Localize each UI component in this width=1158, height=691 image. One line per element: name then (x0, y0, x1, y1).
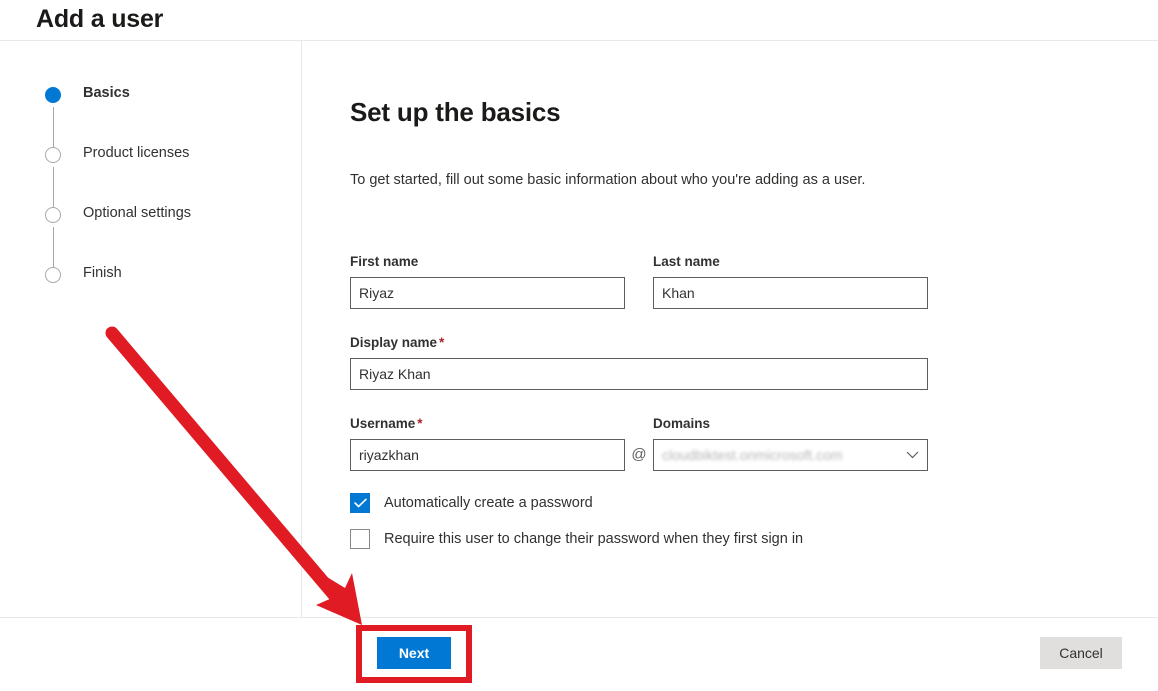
step-dot-empty-icon (45, 147, 61, 163)
step-marker-finish (45, 267, 61, 283)
display-name-label: Display name * (350, 335, 928, 351)
step-connector-line (52, 167, 54, 207)
username-field-group: Username * (350, 416, 625, 471)
checkbox-checked-icon[interactable] (350, 493, 370, 513)
sidebar-item-label: Basics (83, 85, 130, 101)
step-connector-line (52, 227, 54, 267)
at-separator-icon: @ (631, 446, 647, 463)
wizard-steps-rail: Basics Product licenses Optional setting… (0, 41, 302, 617)
step-marker-product-licenses (45, 147, 61, 207)
last-name-label: Last name (653, 254, 720, 269)
wizard-footer: Next Cancel (0, 617, 1158, 686)
display-name-input[interactable] (350, 358, 928, 390)
display-name-field-group: Display name * (350, 335, 928, 390)
section-description: To get started, fill out some basic info… (350, 172, 866, 188)
page-body: Basics Product licenses Optional setting… (0, 41, 1158, 617)
username-label: Username * (350, 416, 625, 432)
sidebar-item-label: Finish (83, 265, 122, 281)
display-name-row: Display name * (350, 335, 1158, 390)
sidebar-item-optional-settings[interactable]: Optional settings (0, 205, 301, 267)
next-button[interactable]: Next (377, 637, 451, 669)
checkbox-unchecked-icon[interactable] (350, 529, 370, 549)
app-header: Add a user (0, 0, 1158, 41)
require-password-change-checkbox-label: Require this user to change their passwo… (384, 531, 804, 547)
required-asterisk-icon: * (439, 335, 445, 350)
domains-label: Domains (653, 416, 711, 431)
sidebar-item-finish[interactable]: Finish (0, 265, 301, 325)
required-asterisk-icon: * (417, 416, 423, 431)
username-label-text: Username (350, 416, 416, 431)
auto-password-checkbox-label: Automatically create a password (384, 495, 593, 511)
domains-dropdown[interactable]: cloudbiktest.onmicrosoft.com (653, 439, 928, 471)
sidebar-item-product-licenses[interactable]: Product licenses (0, 145, 301, 207)
main-content: Set up the basics To get started, fill o… (302, 41, 1158, 617)
sidebar-item-label: Optional settings (83, 205, 192, 221)
step-dot-empty-icon (45, 207, 61, 223)
name-fields-row: First name Last name (350, 254, 1158, 309)
cancel-button[interactable]: Cancel (1040, 637, 1122, 669)
step-marker-basics (45, 87, 61, 147)
username-input[interactable] (350, 439, 625, 471)
step-connector-line (52, 107, 54, 147)
step-marker-optional-settings (45, 207, 61, 267)
chevron-down-icon (897, 451, 927, 459)
page-title: Add a user (36, 4, 164, 33)
domains-selected-value: cloudbiktest.onmicrosoft.com (662, 447, 843, 463)
last-name-field-group: Last name (653, 254, 928, 309)
display-name-label-text: Display name (350, 335, 438, 350)
section-heading: Set up the basics (350, 97, 561, 127)
sidebar-item-basics[interactable]: Basics (0, 85, 301, 147)
require-password-change-checkbox-row[interactable]: Require this user to change their passwo… (350, 529, 1158, 549)
first-name-input[interactable] (350, 277, 625, 309)
first-name-label: First name (350, 254, 419, 269)
first-name-field-group: First name (350, 254, 625, 309)
domains-field-group: Domains cloudbiktest.onmicrosoft.com (653, 416, 928, 471)
auto-password-checkbox-row[interactable]: Automatically create a password (350, 493, 1158, 513)
last-name-input[interactable] (653, 277, 928, 309)
username-domain-row: Username* @ Domains cloudbiktest.onmicro… (350, 416, 1158, 471)
sidebar-item-label: Product licenses (83, 145, 190, 161)
step-dot-filled-icon (45, 87, 61, 103)
step-dot-empty-icon (45, 267, 61, 283)
